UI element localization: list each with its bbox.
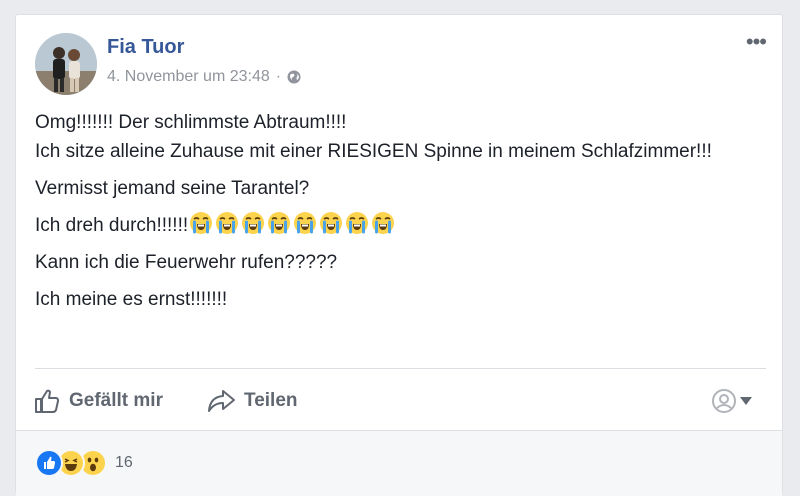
reactions-summary[interactable]: 16 [35,449,133,477]
author-name[interactable]: Fia Tuor [107,36,184,59]
loudly-crying-face-icon [188,211,214,235]
post-line: Ich meine es ernst!!!!!!! [35,289,228,310]
loudly-crying-face-icon [292,211,318,235]
post-paragraph-1: Omg!!!!!!! Der schlimmste Abtraum!!!! Ic… [35,108,725,166]
loudly-crying-face-icon [240,211,266,235]
post-timestamp[interactable]: 4. November um 23:48 [107,68,270,86]
profile-avatar-icon [712,389,736,413]
audience-selector[interactable] [712,385,752,417]
more-options-icon[interactable]: ••• [746,31,767,53]
action-divider [35,368,766,369]
reactions-bar: 16 [16,430,782,496]
like-label: Gefällt mir [69,390,163,411]
loudly-crying-face-icon [266,211,292,235]
post-line: Omg!!!!!!! Der schlimmste Abtraum!!!! [35,112,347,133]
loudly-crying-face-icon [344,211,370,235]
crying-emoji-row [188,212,396,236]
share-button[interactable]: Teilen [206,385,298,417]
post-body: Omg!!!!!!! Der schlimmste Abtraum!!!! Ic… [35,108,725,322]
like-button[interactable]: Gefällt mir [33,385,163,417]
share-arrow-icon [208,390,235,412]
post-paragraph-3: Ich dreh durch!!!!!! [35,211,725,240]
post-paragraph-4: Kann ich die Feuerwehr rufen????? [35,248,725,277]
share-label: Teilen [244,390,298,411]
author-avatar[interactable] [35,33,97,95]
globe-icon[interactable] [287,70,301,84]
loudly-crying-face-icon [318,211,344,235]
like-icon [35,449,63,477]
post-line: Ich sitze alleine Zuhause mit einer RIES… [35,141,712,162]
post-paragraph-2: Vermisst jemand seine Tarantel? [35,174,725,203]
loudly-crying-face-icon [370,211,396,235]
loudly-crying-face-icon [214,211,240,235]
post-paragraph-5: Ich meine es ernst!!!!!!! [35,285,725,314]
post-card: Fia Tuor 4. November um 23:48 · ••• Omg!… [15,14,783,496]
thumbs-up-icon [35,389,59,413]
meta-separator: · [275,68,282,85]
post-line: Ich dreh durch!!!!!! [35,215,189,236]
post-meta: 4. November um 23:48 · [107,68,301,86]
post-line: Vermisst jemand seine Tarantel? [35,178,310,199]
chevron-down-icon [740,397,752,405]
post-line: Kann ich die Feuerwehr rufen????? [35,252,338,273]
reaction-count[interactable]: 16 [115,454,133,472]
